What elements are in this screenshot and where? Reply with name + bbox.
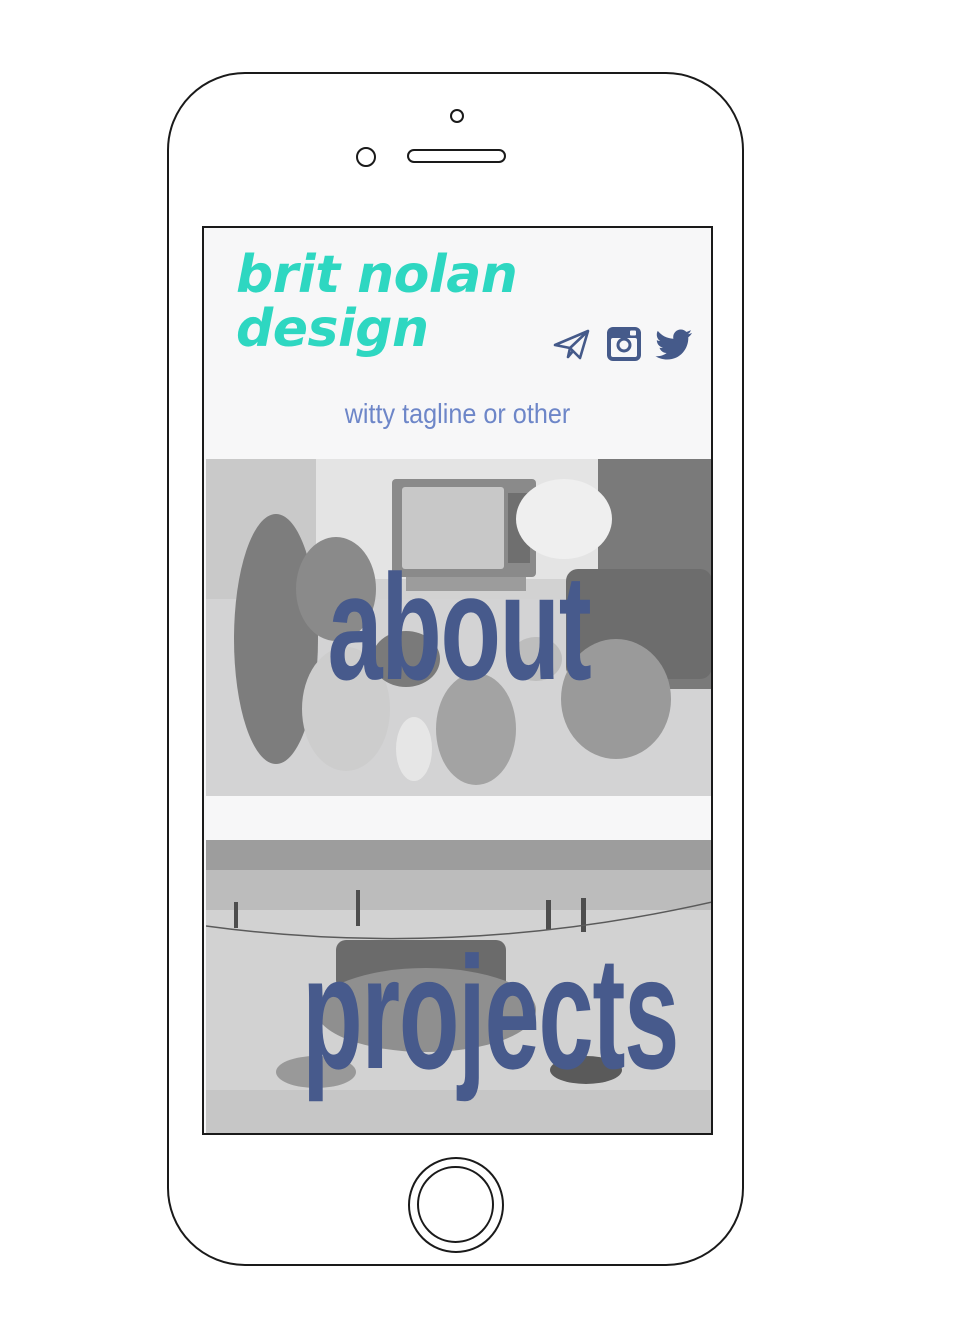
about-section-link[interactable]: about	[206, 459, 711, 796]
brand-logo[interactable]: brit nolan design	[236, 245, 518, 359]
brand-line-2: design	[236, 299, 429, 359]
tagline: witty tagline or other	[344, 398, 571, 429]
phone-screen: brit nolan design witty tagline or other…	[202, 226, 713, 1135]
send-icon[interactable]	[552, 326, 592, 362]
brand-line-1: brit nolan	[236, 245, 518, 305]
social-links	[552, 326, 694, 362]
projects-section-link[interactable]: projects	[206, 840, 711, 1133]
instagram-icon[interactable]	[604, 326, 644, 362]
proximity-sensor	[450, 109, 464, 123]
front-camera	[356, 147, 376, 167]
twitter-icon[interactable]	[654, 326, 694, 362]
earpiece-speaker	[407, 149, 506, 163]
projects-title: projects	[302, 923, 679, 1102]
home-button[interactable]	[408, 1157, 504, 1253]
home-button-ring	[417, 1166, 494, 1243]
about-title: about	[327, 543, 592, 711]
